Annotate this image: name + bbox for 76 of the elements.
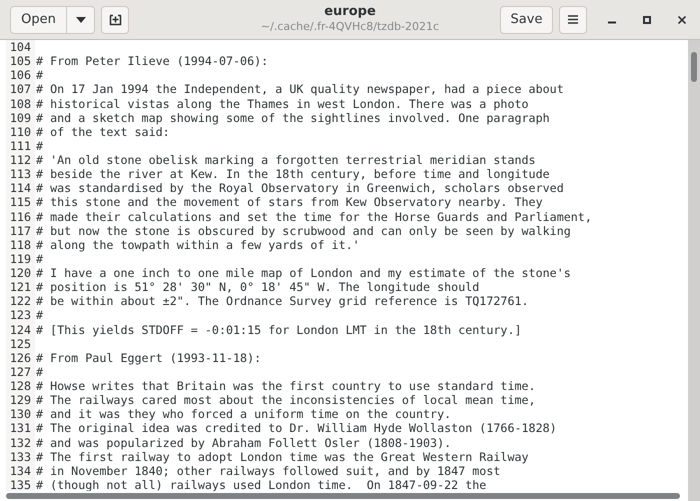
scrollbar-thumb[interactable]	[6, 493, 680, 499]
code-line: #	[35, 364, 44, 379]
line-number: 108	[6, 96, 35, 111]
code-line: # this stone and the movement of stars from Kew Observatory nearby. They	[35, 195, 543, 210]
code-line: # be within about ±2". The Ordnance Survey grid reference is TQ172761.	[35, 294, 529, 308]
line-number: 104	[6, 40, 35, 54]
code-line: # I have a one inch to one mile map of London and my estimate of the stone's	[35, 266, 571, 280]
code-line: # Howse writes that Britain was the first country to use standard time.	[35, 379, 536, 394]
scrollbar-thumb[interactable]	[691, 52, 697, 82]
line-number: 115	[6, 195, 35, 210]
line-number: 130	[6, 407, 35, 422]
line-number: 134	[6, 464, 35, 478]
code-line: #	[35, 138, 44, 153]
line-number: 132	[6, 436, 35, 450]
line-number: 109	[6, 110, 35, 125]
line-number: 118	[6, 238, 35, 252]
line-number: 127	[6, 364, 35, 379]
open-button[interactable]: Open	[10, 6, 67, 34]
code-line: # position is 51° 28' 30" N, 0° 18' 45" W. The longitude should	[35, 280, 480, 294]
window-title: europe	[324, 4, 376, 20]
maximize-icon	[643, 16, 651, 24]
new-tab-icon	[108, 13, 122, 26]
line-number: 106	[6, 68, 35, 82]
code-line: # and was popularized by Abraham Follett Osler (1808-1903).	[35, 436, 452, 450]
code-line: #	[35, 68, 44, 82]
code-line: # made their calculations and set the time for the Horse Guards and Parliament,	[35, 210, 592, 224]
line-number: 119	[6, 252, 35, 266]
code-line: # [This yields STDOFF = -0:01:15 for London LMT in the 18th century.]	[35, 322, 522, 337]
line-number: 117	[6, 224, 35, 238]
caret-icon	[76, 16, 86, 22]
code-line: # of the text said:	[35, 124, 170, 139]
code-line: # On 17 Jan 1994 the Independent, a UK quality newspaper, had a piece about	[35, 82, 564, 96]
vertical-scrollbar[interactable]	[688, 40, 700, 501]
code-line: # 'An old stone obelisk marking a forgotten terrestrial meridian stands	[35, 153, 536, 168]
menu-button[interactable]	[559, 6, 587, 34]
code-line: #	[35, 308, 44, 322]
dropdown-button[interactable]	[67, 6, 95, 34]
line-number: 112	[6, 153, 35, 168]
line-number: 105	[6, 54, 35, 68]
close-icon	[678, 16, 686, 24]
code-line: # in November 1840; other railways followed suit, and by 1847 most	[35, 464, 500, 478]
line-number: 120	[6, 266, 35, 280]
line-number: 121	[6, 280, 35, 294]
line-number: 135	[6, 478, 35, 491]
code-line: # beside the river at Kew. In the 18th century, before time and longitude	[35, 167, 550, 182]
line-number: 122	[6, 294, 35, 308]
code-line: # was standardised by the Royal Observatory in Greenwich, scholars observed	[35, 181, 564, 196]
code-line: # From Peter Ilieve (1994-07-06):	[35, 54, 268, 68]
code-line: # The first railway to adopt London time was the Great Western Railway	[35, 450, 529, 464]
menu-icon	[568, 15, 578, 24]
line-number: 133	[6, 450, 35, 464]
code-line: # historical vistas along the Thames in west London. There was a photo	[35, 96, 529, 111]
line-number: 116	[6, 210, 35, 224]
code-line: # and a sketch map showing some of the sightlines involved. One paragraph	[35, 110, 550, 125]
line-number: 111	[6, 138, 35, 153]
code-line: #	[35, 252, 44, 266]
line-number: 123	[6, 308, 35, 322]
code-line: # and it was they who forced a uniform time on the country.	[35, 407, 452, 422]
line-number: 110	[6, 124, 35, 139]
line-number: 129	[6, 393, 35, 408]
line-number: 125	[6, 336, 35, 351]
line-number: 124	[6, 322, 35, 337]
save-button[interactable]: Save	[500, 6, 553, 34]
code-line: # The original idea was credited to Dr. William Hyde Wollaston (1766-1828)	[35, 421, 557, 436]
line-number: 126	[6, 350, 35, 365]
line-number: 113	[6, 167, 35, 182]
line-number: 128	[6, 379, 35, 394]
new-tab-button[interactable]	[101, 6, 129, 34]
code-line: # but now the stone is obscured by scrubwood and can only be seen by walking	[35, 224, 571, 238]
code-line: # From Paul Eggert (1993-11-18):	[35, 350, 262, 365]
code-line: # The railways cared most about the inconsistencies of local mean time,	[35, 393, 536, 408]
line-number: 114	[6, 181, 35, 196]
file-path: ~/.cache/.fr-4QVHc8/tzdb-2021c	[260, 20, 440, 34]
code-line: # along the towpath within a few yards of it.'	[35, 238, 360, 252]
line-number: 107	[6, 82, 35, 96]
line-number: 131	[6, 421, 35, 436]
